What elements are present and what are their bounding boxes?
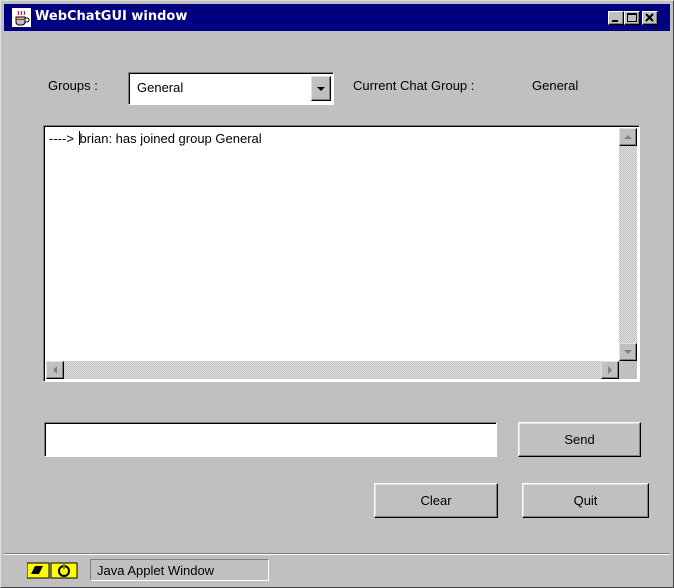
quit-button[interactable]: Quit bbox=[522, 483, 649, 518]
status-box: Java Applet Window bbox=[90, 559, 269, 581]
chevron-down-icon bbox=[317, 87, 325, 91]
scroll-right-button[interactable] bbox=[601, 361, 619, 379]
groups-dropdown[interactable]: General bbox=[128, 72, 334, 105]
java-applet-warning-icon bbox=[27, 562, 78, 579]
close-icon bbox=[645, 13, 654, 22]
close-button[interactable] bbox=[642, 11, 658, 25]
scroll-left-button[interactable] bbox=[46, 361, 64, 379]
status-divider-highlight bbox=[4, 554, 670, 555]
minimize-icon bbox=[612, 20, 618, 22]
title-bar[interactable]: WebChatGUI window bbox=[4, 4, 670, 31]
maximize-icon bbox=[627, 13, 637, 22]
chat-line: ----> brian: has joined group General bbox=[49, 131, 262, 146]
clear-button[interactable]: Clear bbox=[374, 483, 498, 518]
maximize-button[interactable] bbox=[624, 11, 640, 25]
message-input[interactable] bbox=[44, 422, 497, 457]
horizontal-scrollbar[interactable] bbox=[46, 361, 619, 379]
send-button[interactable]: Send bbox=[518, 422, 641, 457]
chat-log[interactable]: ----> brian: has joined group General bbox=[43, 125, 640, 382]
arrow-up-icon bbox=[624, 135, 632, 139]
current-chat-group-value: General bbox=[532, 78, 579, 93]
scroll-up-button[interactable] bbox=[619, 128, 637, 146]
current-chat-group-label: Current Chat Group : bbox=[353, 78, 475, 93]
status-text: Java Applet Window bbox=[97, 563, 215, 578]
scroll-down-button[interactable] bbox=[619, 343, 637, 361]
minimize-button[interactable] bbox=[608, 11, 624, 25]
java-coffee-cup-icon bbox=[12, 8, 31, 27]
chat-line-text: brian: has joined group General bbox=[79, 131, 262, 146]
vertical-scrollbar[interactable] bbox=[619, 128, 637, 361]
dropdown-arrow-button[interactable] bbox=[311, 76, 331, 101]
arrow-down-icon bbox=[624, 350, 632, 354]
groups-selected-value: General bbox=[137, 80, 184, 95]
arrow-left-icon bbox=[53, 366, 57, 374]
chat-line-prefix: ----> bbox=[49, 131, 78, 146]
window-title: WebChatGUI window bbox=[35, 9, 188, 24]
groups-label: Groups : bbox=[48, 78, 98, 93]
arrow-right-icon bbox=[608, 366, 612, 374]
webchat-window: WebChatGUI window Groups : General Curre… bbox=[0, 0, 674, 588]
scrollbar-corner bbox=[619, 361, 637, 379]
